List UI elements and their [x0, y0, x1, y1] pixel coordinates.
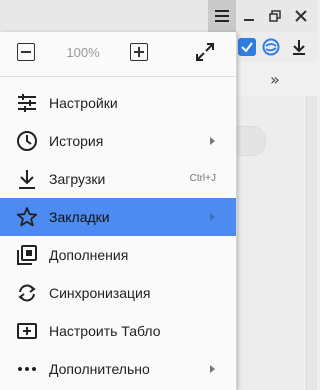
more-chevron-button[interactable]: »: [270, 70, 280, 89]
minus-icon: [21, 51, 31, 53]
star-icon: [16, 207, 38, 227]
sync-icon: [18, 284, 36, 302]
close-icon: [295, 10, 307, 22]
menu-item-label: Настроить Табло: [49, 323, 161, 339]
menu-item-downloads[interactable]: Загрузки Ctrl+J: [0, 160, 236, 198]
page-content: [216, 96, 317, 390]
minimize-icon: [244, 19, 254, 21]
dashboard-add-icon: [17, 323, 37, 339]
browser-menu-button[interactable]: [208, 0, 236, 32]
menu-items: Настройки История Загрузки Ctrl+J Заклад…: [0, 84, 236, 388]
close-button[interactable]: [288, 0, 314, 32]
zoom-out-button[interactable]: [17, 43, 35, 61]
menu-item-more[interactable]: Дополнительно: [0, 350, 236, 388]
submenu-arrow-icon: [210, 365, 215, 373]
browser-toolbar: [236, 32, 317, 62]
menu-item-settings[interactable]: Настройки: [0, 84, 236, 122]
zoom-in-button[interactable]: [130, 43, 148, 61]
clock-icon: [17, 131, 37, 151]
menu-item-bookmarks[interactable]: Закладки: [0, 198, 236, 236]
fullscreen-icon[interactable]: [195, 42, 215, 62]
plus-icon: [134, 47, 144, 57]
menu-item-label: Настройки: [49, 95, 118, 111]
title-bar: [0, 0, 317, 32]
menu-item-label: История: [49, 133, 104, 149]
zoom-level: 100%: [66, 45, 100, 60]
submenu-arrow-icon: [210, 137, 215, 145]
scrollbar[interactable]: [306, 96, 317, 390]
extensions-icon: [17, 245, 37, 265]
minimize-button[interactable]: [236, 0, 262, 32]
settings-sliders-icon: [18, 94, 36, 112]
zoom-controls: 100%: [0, 32, 236, 77]
menu-item-label: Синхронизация: [49, 285, 151, 301]
menu-item-label: Дополнения: [49, 247, 129, 263]
bookmarks-bar: »: [236, 62, 317, 96]
menu-item-extensions[interactable]: Дополнения: [0, 236, 236, 274]
sync-status-icon[interactable]: [262, 38, 280, 56]
menu-item-label: Закладки: [49, 209, 110, 225]
restore-icon: [269, 10, 281, 22]
menu-item-label: Загрузки: [49, 171, 106, 187]
menu-item-history[interactable]: История: [0, 122, 236, 160]
download-icon[interactable]: [290, 38, 308, 56]
checkbox-icon[interactable]: [238, 38, 256, 56]
browser-menu: 100% Настройки История Загрузки Ctrl+J З…: [0, 32, 237, 390]
menu-item-customize-dashboard[interactable]: Настроить Табло: [0, 312, 236, 350]
menu-item-sync[interactable]: Синхронизация: [0, 274, 236, 312]
menu-item-label: Дополнительно: [49, 361, 150, 377]
submenu-arrow-icon: [210, 213, 215, 221]
more-dots-icon: [18, 367, 36, 371]
restore-button[interactable]: [262, 0, 288, 32]
hamburger-icon: [215, 10, 229, 22]
download-icon: [19, 170, 35, 189]
shortcut-hint: Ctrl+J: [189, 173, 216, 184]
